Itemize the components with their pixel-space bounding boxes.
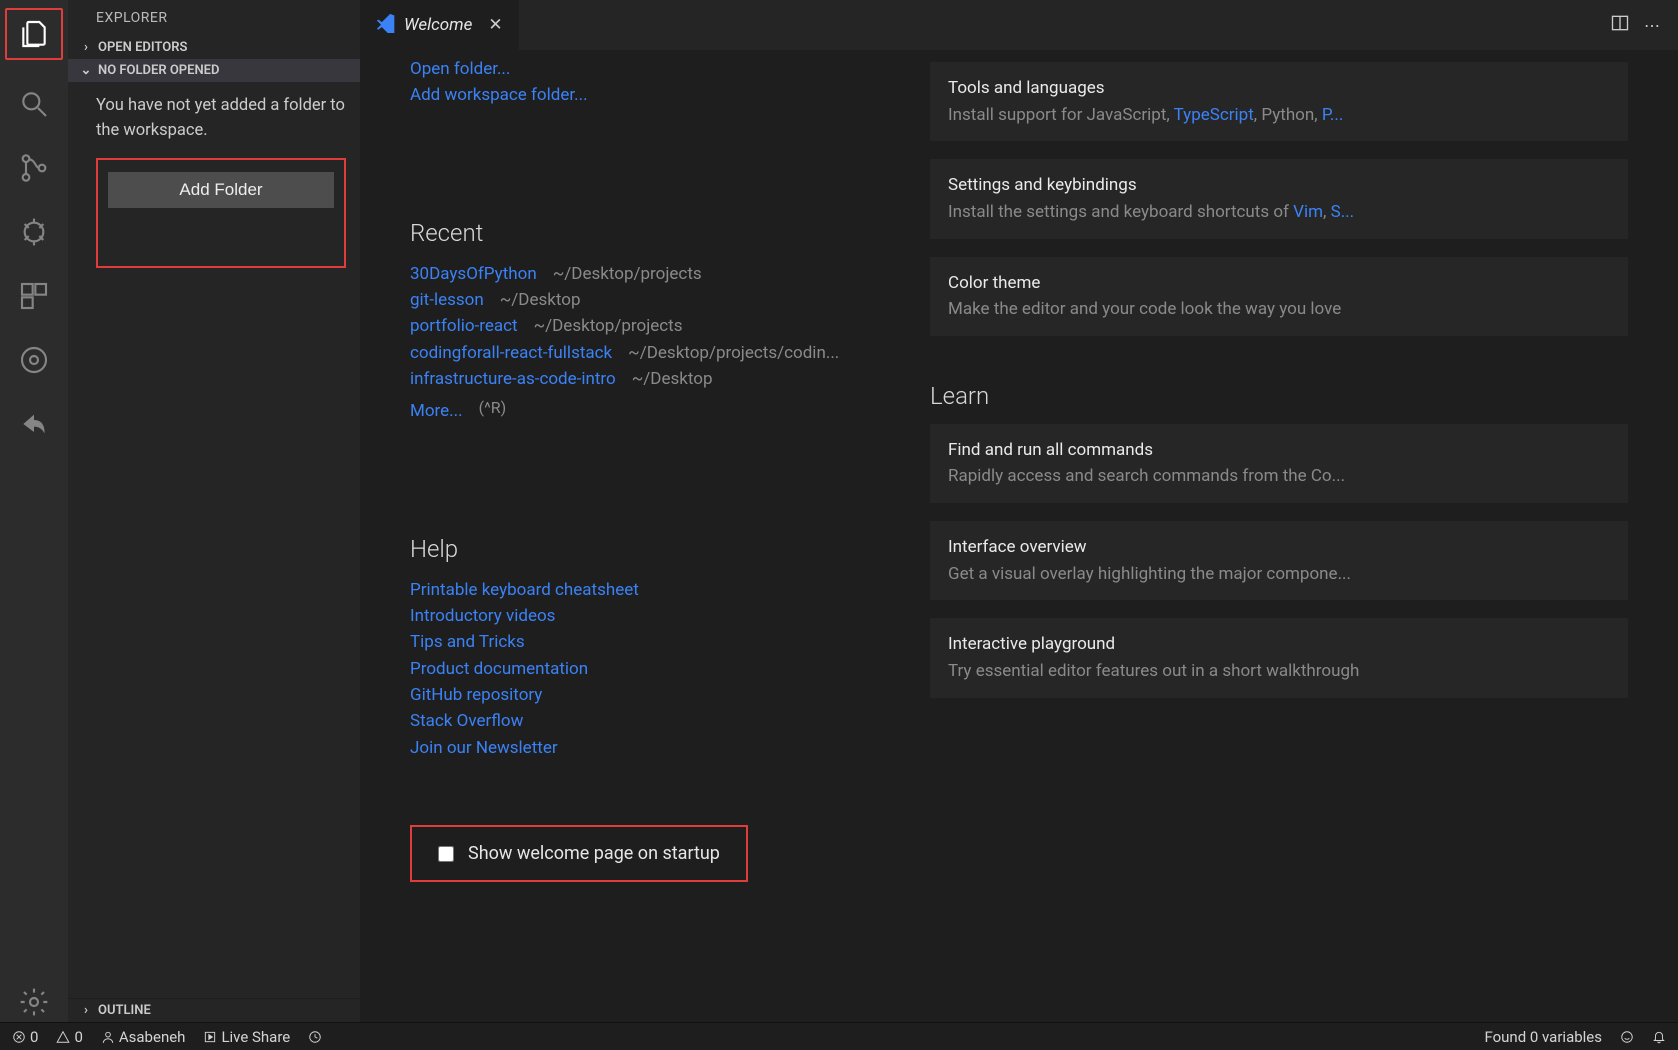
vscode-icon	[376, 13, 396, 38]
recent-item[interactable]: 30DaysOfPython ~/Desktop/projects	[410, 261, 890, 287]
no-folder-header[interactable]: ⌄ NO FOLDER OPENED	[68, 59, 360, 82]
open-editors-header[interactable]: › OPEN EDITORS	[68, 36, 360, 59]
status-bar: 0 0 Asabeneh Live Share Found 0 variable…	[0, 1022, 1678, 1050]
recent-path: ~/Desktop	[632, 366, 713, 392]
learn-card[interactable]: Interactive playgroundTry essential edit…	[930, 618, 1628, 697]
recent-name[interactable]: codingforall-react-fullstack	[410, 340, 612, 366]
help-link[interactable]: Product documentation	[410, 656, 890, 682]
recent-more[interactable]: More...	[410, 398, 463, 424]
card-title: Tools and languages	[948, 76, 1610, 101]
recent-name[interactable]: infrastructure-as-code-intro	[410, 366, 616, 392]
status-warnings[interactable]: 0	[56, 1028, 82, 1046]
help-link[interactable]: Tips and Tricks	[410, 629, 890, 655]
recent-path: ~/Desktop/projects	[534, 313, 683, 339]
recent-name[interactable]: 30DaysOfPython	[410, 261, 537, 287]
learn-card[interactable]: Interface overviewGet a visual overlay h…	[930, 521, 1628, 600]
recent-name[interactable]: git-lesson	[410, 287, 484, 313]
recent-item[interactable]: git-lesson ~/Desktop	[410, 287, 890, 313]
recent-path: ~/Desktop	[500, 287, 581, 313]
startup-checkbox-label: Show welcome page on startup	[468, 843, 720, 864]
recent-more-key: (^R)	[479, 398, 507, 424]
help-heading: Help	[410, 535, 890, 563]
sidebar: EXPLORER › OPEN EDITORS ⌄ NO FOLDER OPEN…	[68, 0, 360, 1022]
inline-link[interactable]: Vim	[1293, 202, 1323, 222]
help-link[interactable]: Join our Newsletter	[410, 735, 890, 761]
recent-heading: Recent	[410, 219, 890, 247]
start-open-folder[interactable]: Open folder...	[410, 56, 890, 82]
inline-link[interactable]: TypeScript	[1174, 105, 1254, 125]
help-link[interactable]: GitHub repository	[410, 682, 890, 708]
search-icon[interactable]	[14, 84, 54, 124]
status-bell-icon[interactable]	[1652, 1030, 1666, 1044]
card-title: Find and run all commands	[948, 438, 1610, 463]
learn-card[interactable]: Find and run all commandsRapidly access …	[930, 424, 1628, 503]
debug-icon[interactable]	[14, 212, 54, 252]
customize-card[interactable]: Color themeMake the editor and your code…	[930, 257, 1628, 336]
liveshare-icon[interactable]	[14, 404, 54, 444]
help-link[interactable]: Introductory videos	[410, 603, 890, 629]
card-title: Color theme	[948, 271, 1610, 296]
outline-header[interactable]: › OUTLINE	[68, 998, 360, 1022]
card-title: Interface overview	[948, 535, 1610, 560]
recent-name[interactable]: portfolio-react	[410, 313, 518, 339]
tab-welcome[interactable]: Welcome ✕	[360, 0, 520, 50]
tab-bar: Welcome ✕ ⋯	[360, 0, 1678, 50]
customize-card[interactable]: Settings and keybindingsInstall the sett…	[930, 159, 1628, 238]
customize-card[interactable]: Tools and languagesInstall support for J…	[930, 62, 1628, 141]
startup-checkbox-row[interactable]: Show welcome page on startup	[410, 825, 748, 882]
status-errors[interactable]: 0	[12, 1028, 38, 1046]
add-folder-highlight: Add Folder	[96, 158, 346, 268]
sidebar-title: EXPLORER	[68, 0, 360, 36]
more-actions-icon[interactable]: ⋯	[1644, 16, 1660, 35]
card-desc: Try essential editor features out in a s…	[948, 659, 1610, 684]
extensions-icon[interactable]	[14, 276, 54, 316]
source-control-icon[interactable]	[14, 148, 54, 188]
recent-path: ~/Desktop/projects/codin...	[628, 340, 839, 366]
no-folder-label: NO FOLDER OPENED	[98, 63, 219, 78]
recent-path: ~/Desktop/projects	[553, 261, 702, 287]
open-editors-label: OPEN EDITORS	[98, 40, 187, 55]
card-title: Settings and keybindings	[948, 173, 1610, 198]
empty-workspace-message: You have not yet added a folder to the w…	[96, 94, 346, 144]
inline-link[interactable]: P...	[1322, 105, 1343, 125]
card-desc: Make the editor and your code look the w…	[948, 297, 1610, 322]
recent-item[interactable]: infrastructure-as-code-intro ~/Desktop	[410, 366, 890, 392]
chevron-right-icon: ›	[78, 40, 94, 55]
outline-label: OUTLINE	[98, 1003, 151, 1018]
help-link[interactable]: Stack Overflow	[410, 708, 890, 734]
inline-link[interactable]: S...	[1331, 202, 1355, 222]
learn-heading: Learn	[930, 382, 1628, 410]
card-desc: Install the settings and keyboard shortc…	[948, 200, 1610, 225]
status-user[interactable]: Asabeneh	[101, 1028, 186, 1046]
card-desc: Rapidly access and search commands from …	[948, 464, 1610, 489]
close-tab-icon[interactable]: ✕	[488, 15, 502, 35]
split-editor-icon[interactable]	[1610, 13, 1630, 37]
settings-gear-icon[interactable]	[14, 982, 54, 1022]
editor-area: Welcome ✕ ⋯ Open folder... Add workspace…	[360, 0, 1678, 1022]
startup-checkbox[interactable]	[438, 846, 454, 862]
chevron-right-icon: ›	[78, 1003, 94, 1018]
card-title: Interactive playground	[948, 632, 1610, 657]
status-liveshare[interactable]: Live Share	[203, 1028, 290, 1046]
explorer-icon[interactable]	[5, 8, 63, 60]
chevron-down-icon: ⌄	[78, 63, 94, 78]
card-desc: Install support for JavaScript, TypeScri…	[948, 103, 1610, 128]
recent-item[interactable]: portfolio-react ~/Desktop/projects	[410, 313, 890, 339]
help-link[interactable]: Printable keyboard cheatsheet	[410, 577, 890, 603]
status-feedback-icon[interactable]	[1620, 1030, 1634, 1044]
status-clock-icon[interactable]	[308, 1030, 322, 1044]
recent-item[interactable]: codingforall-react-fullstack ~/Desktop/pr…	[410, 340, 890, 366]
tab-title: Welcome	[404, 15, 472, 35]
card-desc: Get a visual overlay highlighting the ma…	[948, 562, 1610, 587]
activity-bar	[0, 0, 68, 1022]
start-add-workspace[interactable]: Add workspace folder...	[410, 82, 890, 108]
add-folder-button[interactable]: Add Folder	[108, 172, 334, 208]
gitlens-icon[interactable]	[14, 340, 54, 380]
status-variables[interactable]: Found 0 variables	[1484, 1028, 1602, 1046]
